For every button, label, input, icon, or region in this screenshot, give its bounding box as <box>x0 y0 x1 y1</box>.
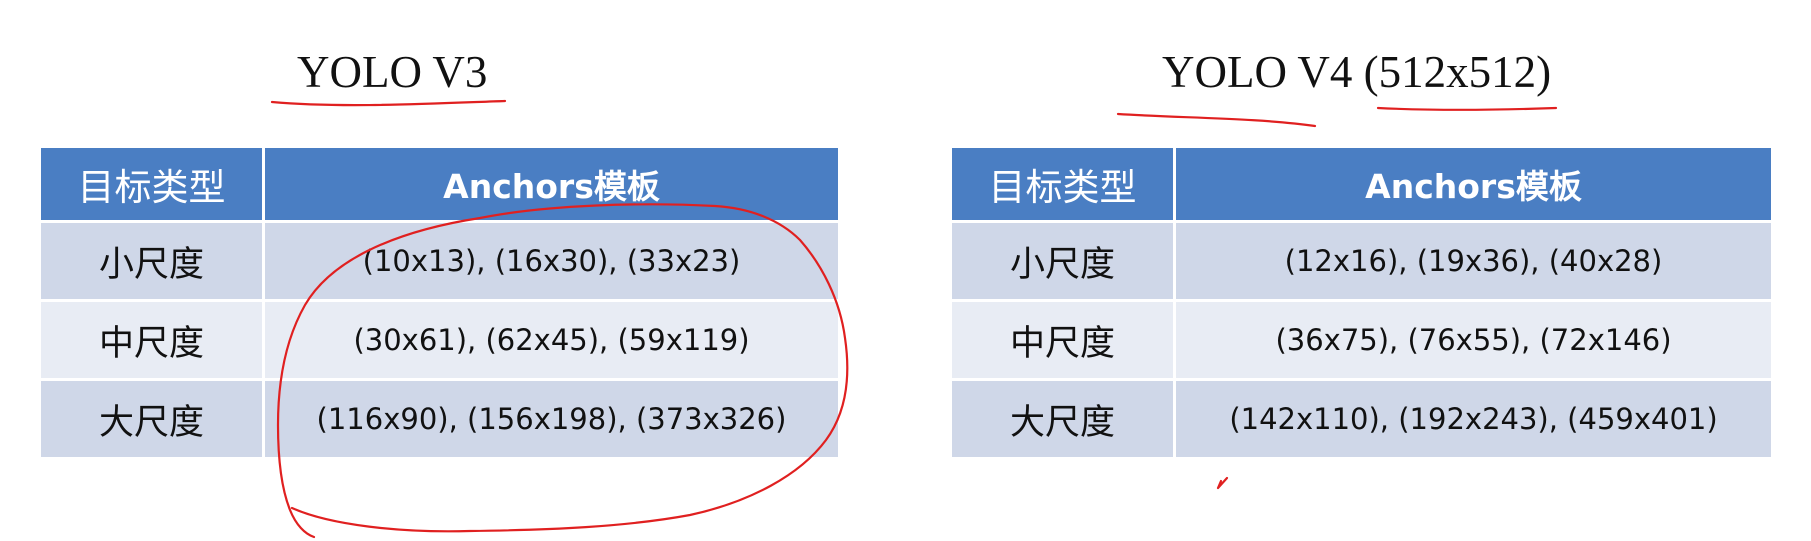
anchors-table-yolo-v3: 目标类型 Anchors模板 小尺度 (10x13), (16x30), (33… <box>38 145 841 460</box>
cell-anchors: (142x110), (192x243), (459x401) <box>1173 378 1774 460</box>
table-row-large: 大尺度 (142x110), (192x243), (459x401) <box>949 378 1774 460</box>
table-header-row: 目标类型 Anchors模板 <box>949 145 1774 223</box>
cell-anchors: (36x75), (76x55), (72x146) <box>1173 299 1774 381</box>
cell-anchors: (10x13), (16x30), (33x23) <box>262 220 841 302</box>
cell-target-type: 大尺度 <box>949 378 1176 460</box>
table-row-large: 大尺度 (116x90), (156x198), (373x326) <box>38 378 841 460</box>
title-yolo-v3: YOLO V3 <box>297 47 488 97</box>
cell-target-type: 小尺度 <box>38 220 265 302</box>
header-anchors-template: Anchors模板 <box>1173 145 1774 223</box>
table-row-medium: 中尺度 (36x75), (76x55), (72x146) <box>949 299 1774 381</box>
header-target-type: 目标类型 <box>38 145 265 223</box>
cell-anchors: (12x16), (19x36), (40x28) <box>1173 220 1774 302</box>
title-yolo-v4: YOLO V4 (512x512) <box>1162 47 1552 97</box>
header-target-type: 目标类型 <box>949 145 1176 223</box>
table-row-medium: 中尺度 (30x61), (62x45), (59x119) <box>38 299 841 381</box>
table-row-small: 小尺度 (10x13), (16x30), (33x23) <box>38 220 841 302</box>
anchors-table-yolo-v4: 目标类型 Anchors模板 小尺度 (12x16), (19x36), (40… <box>949 145 1774 460</box>
cell-target-type: 小尺度 <box>949 220 1176 302</box>
panel-yolo-v4: YOLO V4 (512x512) 目标类型 Anchors模板 小尺度 (12… <box>905 0 1811 541</box>
table-row-small: 小尺度 (12x16), (19x36), (40x28) <box>949 220 1774 302</box>
cell-anchors: (30x61), (62x45), (59x119) <box>262 299 841 381</box>
table-header-row: 目标类型 Anchors模板 <box>38 145 841 223</box>
cell-target-type: 中尺度 <box>38 299 265 381</box>
header-anchors-template: Anchors模板 <box>262 145 841 223</box>
panel-yolo-v3: YOLO V3 目标类型 Anchors模板 小尺度 (10x13), (16x… <box>0 0 905 541</box>
cell-anchors: (116x90), (156x198), (373x326) <box>262 378 841 460</box>
cell-target-type: 中尺度 <box>949 299 1176 381</box>
cell-target-type: 大尺度 <box>38 378 265 460</box>
